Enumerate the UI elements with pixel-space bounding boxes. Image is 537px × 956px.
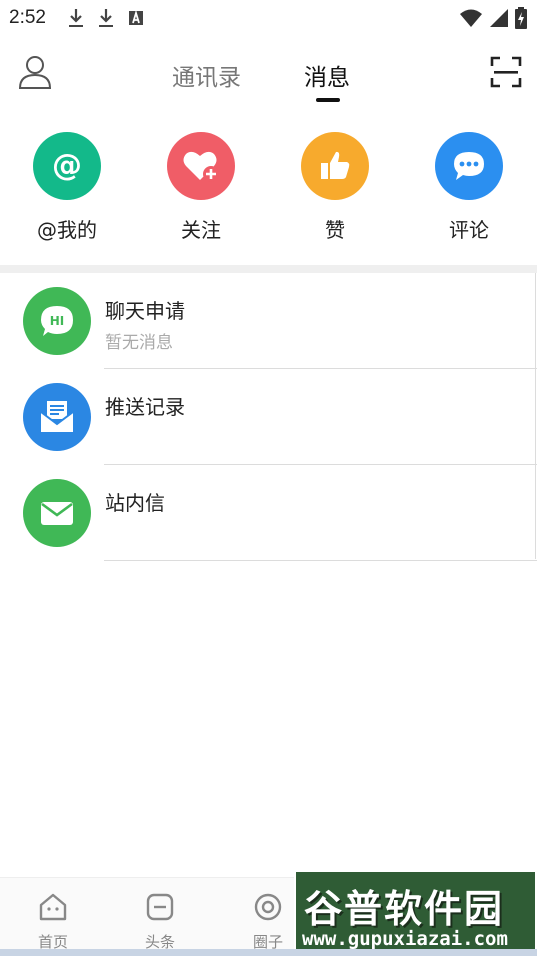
mail-icon [23, 479, 91, 547]
list-edge [535, 273, 536, 559]
nav-circles[interactable]: 圈子 [238, 892, 298, 952]
category-at-me[interactable]: @ @我的 [7, 132, 127, 243]
hi-bubble-icon: HI [23, 287, 91, 355]
list-item-chat-request[interactable]: HI 聊天申请 暂无消息 [0, 273, 537, 369]
circle-icon [254, 893, 282, 921]
nav-home[interactable]: 首页 [23, 892, 83, 952]
watermark-url: www.gupuxiazai.com [302, 928, 508, 950]
category-label: 关注 [181, 218, 221, 242]
message-list: HI 聊天申请 暂无消息 推送记录 站内信 [0, 273, 537, 561]
download-icon [68, 9, 83, 27]
scan-button[interactable] [490, 56, 524, 90]
category-label: 评论 [449, 218, 489, 242]
category-comments[interactable]: 评论 [409, 132, 529, 243]
thumbs-up-icon [301, 132, 369, 200]
category-row: @ @我的 关注 赞 评论 [0, 132, 537, 252]
wifi-icon [460, 9, 482, 27]
svg-text:HI: HI [50, 314, 65, 328]
battery-charging-icon [515, 7, 527, 29]
status-left-icons [68, 8, 144, 28]
status-time: 2:52 [9, 7, 46, 28]
list-item-subtitle: 暂无消息 [105, 333, 173, 353]
watermark-title: 谷普软件园 [304, 887, 505, 931]
at-icon: @ [33, 132, 101, 200]
news-icon [146, 893, 174, 921]
section-divider [0, 265, 537, 273]
list-item-push-history[interactable]: 推送记录 [0, 369, 537, 465]
watermark: 谷普软件园 www.gupuxiazai.com [294, 870, 537, 956]
list-item-title: 推送记录 [105, 395, 185, 419]
top-header: 通讯录 消息 [0, 36, 537, 112]
tab-messages[interactable]: 消息 [304, 58, 350, 92]
category-likes[interactable]: 赞 [275, 132, 395, 243]
scan-icon [490, 56, 522, 88]
nav-headlines[interactable]: 头条 [130, 892, 190, 952]
person-icon [18, 56, 52, 89]
list-item-inbox[interactable]: 站内信 [0, 465, 537, 561]
a-box-icon [128, 10, 143, 25]
svg-text:@: @ [52, 148, 82, 183]
signal-icon [490, 9, 508, 27]
status-right-icons [459, 7, 527, 29]
category-label: @我的 [37, 218, 97, 242]
list-item-title: 聊天申请 [105, 299, 185, 323]
home-icon [39, 893, 67, 921]
tab-contacts[interactable]: 通讯录 [172, 58, 241, 92]
divider [104, 560, 537, 561]
heart-plus-icon [167, 132, 235, 200]
category-follow[interactable]: 关注 [141, 132, 261, 243]
profile-button[interactable] [18, 54, 54, 92]
category-label: 赞 [325, 218, 345, 242]
bottom-strip [0, 949, 537, 956]
envelope-open-icon [23, 383, 91, 451]
status-bar: 2:52 [0, 0, 537, 36]
active-tab-indicator [316, 98, 340, 102]
download-icon [98, 9, 113, 27]
chat-icon [435, 132, 503, 200]
list-item-title: 站内信 [105, 491, 165, 515]
